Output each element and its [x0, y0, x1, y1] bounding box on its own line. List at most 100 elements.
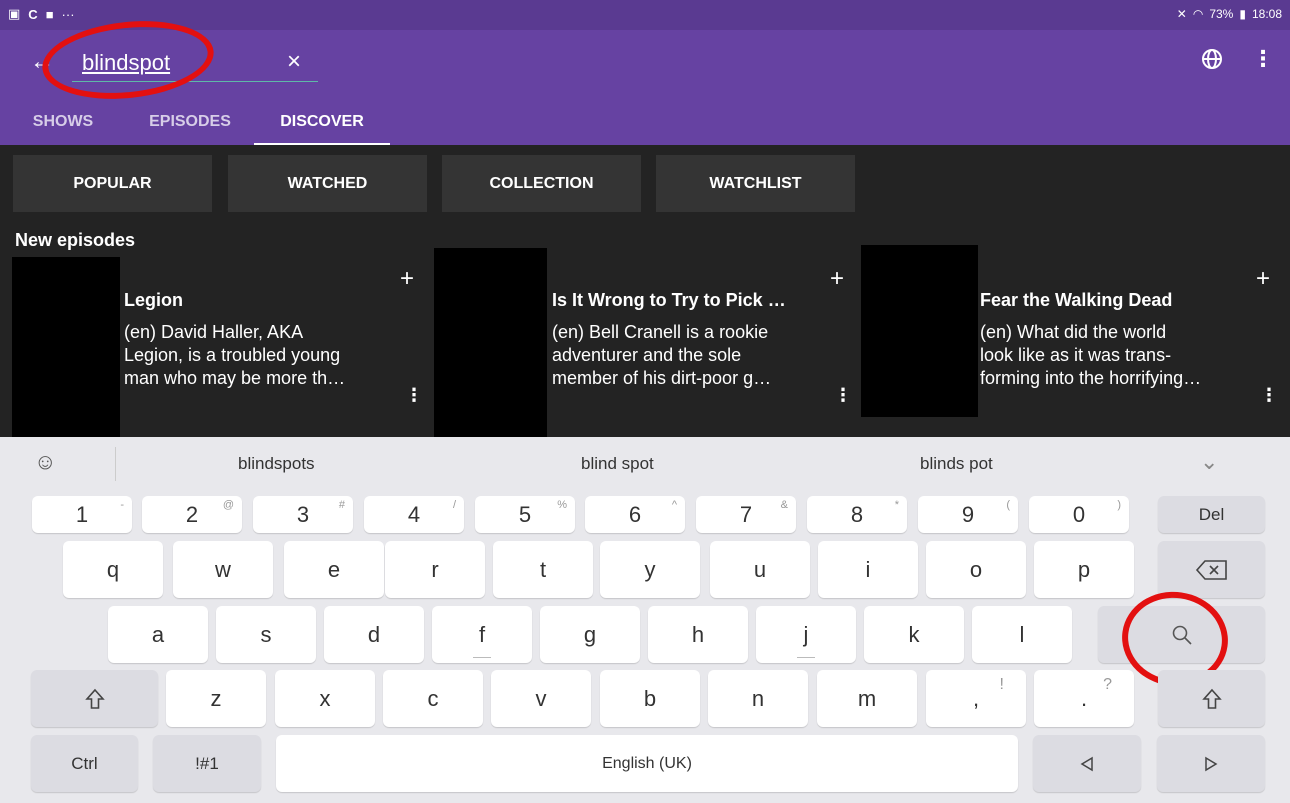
overflow-menu-icon[interactable]: ⋮: [1252, 46, 1274, 72]
key-c[interactable]: c: [383, 670, 483, 727]
key-label: 3: [296, 501, 310, 527]
card-title: Is It Wrong to Try to Pick …: [552, 290, 786, 310]
key-a[interactable]: a: [108, 606, 208, 663]
space-key[interactable]: English (UK): [276, 735, 1018, 792]
key-comma[interactable]: ,!: [926, 670, 1026, 727]
symbols-key[interactable]: !#1: [153, 735, 261, 792]
mute-icon: ✕: [1176, 7, 1187, 21]
suggestion-2[interactable]: blind spot: [581, 454, 654, 474]
filter-collection[interactable]: COLLECTION: [442, 155, 641, 212]
key-9[interactable]: 9(: [918, 496, 1018, 533]
gallery-notification-icon: ▣: [8, 6, 21, 21]
key-h[interactable]: h: [648, 606, 748, 663]
key-alt: ): [1117, 499, 1121, 511]
key-4[interactable]: 4/: [364, 496, 464, 533]
suggestion-3[interactable]: blinds pot: [920, 454, 993, 474]
cursor-left-key[interactable]: [1033, 735, 1141, 792]
episode-card[interactable]: Fear the Walking Dead (en) What did the …: [856, 245, 1290, 437]
cursor-right-key[interactable]: [1157, 735, 1265, 792]
emoji-icon[interactable]: ☺: [34, 449, 56, 475]
key-alt: &: [780, 499, 788, 511]
c-notification-icon: C: [28, 6, 38, 22]
key-6[interactable]: 6 ^: [585, 496, 685, 533]
episode-card[interactable]: Legion (en) David Haller, AKA Legion, is…: [0, 245, 428, 437]
key-7[interactable]: 7 &: [696, 496, 796, 533]
key-3[interactable]: 3 #: [253, 496, 353, 533]
add-icon[interactable]: +: [830, 265, 844, 293]
key-r[interactable]: r: [385, 541, 485, 598]
key-1[interactable]: 1-: [32, 496, 132, 533]
key-q[interactable]: q: [63, 541, 163, 598]
key-period[interactable]: .?: [1034, 670, 1134, 727]
key-label: 0: [1072, 501, 1086, 527]
key-label: 1: [75, 501, 89, 527]
key-alt: #: [338, 499, 345, 511]
key-8[interactable]: 8 *: [807, 496, 907, 533]
notification-icons: ▣ C ■ ···: [8, 6, 75, 22]
add-icon[interactable]: +: [1256, 265, 1270, 293]
collapse-keyboard-icon[interactable]: ⌄: [1200, 449, 1218, 475]
episode-card[interactable]: Is It Wrong to Try to Pick … (en) Bell C…: [428, 245, 856, 437]
key-u[interactable]: u: [710, 541, 810, 598]
clear-search-icon[interactable]: ×: [287, 48, 301, 76]
key-f[interactable]: f: [432, 606, 532, 663]
key-t[interactable]: t: [493, 541, 593, 598]
on-screen-keyboard: ☺ blindspots blind spot blinds pot ⌄ 1- …: [0, 437, 1290, 803]
shift-key-right[interactable]: [1158, 670, 1265, 727]
card-menu-icon[interactable]: ⋮: [834, 385, 852, 406]
key-v[interactable]: v: [491, 670, 591, 727]
battery-icon: ▮: [1239, 7, 1246, 21]
card-menu-icon[interactable]: ⋮: [405, 385, 423, 406]
key-k[interactable]: k: [864, 606, 964, 663]
filter-popular[interactable]: POPULAR: [13, 155, 212, 212]
backspace-key[interactable]: [1158, 541, 1265, 598]
key-2[interactable]: 2 @: [142, 496, 242, 533]
key-5[interactable]: 5%: [475, 496, 575, 533]
filter-watched[interactable]: WATCHED: [228, 155, 427, 212]
ctrl-key[interactable]: Ctrl: [31, 735, 138, 792]
key-b[interactable]: b: [600, 670, 700, 727]
shift-icon: [1201, 688, 1222, 709]
shift-key-left[interactable]: [31, 670, 158, 727]
filter-watchlist[interactable]: WATCHLIST: [656, 155, 855, 212]
key-w[interactable]: w: [173, 541, 273, 598]
globe-icon[interactable]: [1200, 47, 1224, 71]
key-d[interactable]: d: [324, 606, 424, 663]
key-i[interactable]: i: [818, 541, 918, 598]
app-bar: ← blindspot × ⋮ SHOWS EPISODES DISCOVER: [0, 13, 1290, 145]
key-g[interactable]: g: [540, 606, 640, 663]
key-alt: !: [999, 676, 1004, 693]
key-j[interactable]: j: [756, 606, 856, 663]
left-arrow-icon: [1080, 756, 1093, 771]
tab-discover[interactable]: DISCOVER: [254, 106, 390, 145]
key-label: .: [1080, 685, 1088, 711]
tab-shows[interactable]: SHOWS: [0, 106, 126, 145]
key-0[interactable]: 0): [1029, 496, 1129, 533]
key-alt: (: [1006, 499, 1010, 511]
key-y[interactable]: y: [600, 541, 700, 598]
key-o[interactable]: o: [926, 541, 1026, 598]
key-alt: -: [120, 499, 124, 511]
card-menu-icon[interactable]: ⋮: [1260, 385, 1278, 406]
key-label: 6: [628, 501, 642, 527]
key-e[interactable]: e: [284, 541, 384, 598]
home-key-marker: [797, 657, 815, 658]
key-n[interactable]: n: [708, 670, 808, 727]
key-s[interactable]: s: [216, 606, 316, 663]
key-p[interactable]: p: [1034, 541, 1134, 598]
key-z[interactable]: z: [166, 670, 266, 727]
del-key[interactable]: Del: [1158, 496, 1265, 533]
key-alt: *: [894, 499, 899, 511]
key-l[interactable]: l: [972, 606, 1072, 663]
key-label: 2: [185, 501, 199, 527]
suggestion-1[interactable]: blindspots: [238, 454, 315, 474]
key-alt: ?: [1103, 676, 1112, 693]
key-label: ,: [972, 685, 980, 711]
key-x[interactable]: x: [275, 670, 375, 727]
add-icon[interactable]: +: [400, 265, 414, 293]
tab-episodes[interactable]: EPISODES: [126, 106, 254, 145]
key-m[interactable]: m: [817, 670, 917, 727]
wifi-icon: ◠: [1192, 7, 1204, 21]
key-label: 4: [407, 501, 421, 527]
shift-icon: [84, 688, 105, 709]
